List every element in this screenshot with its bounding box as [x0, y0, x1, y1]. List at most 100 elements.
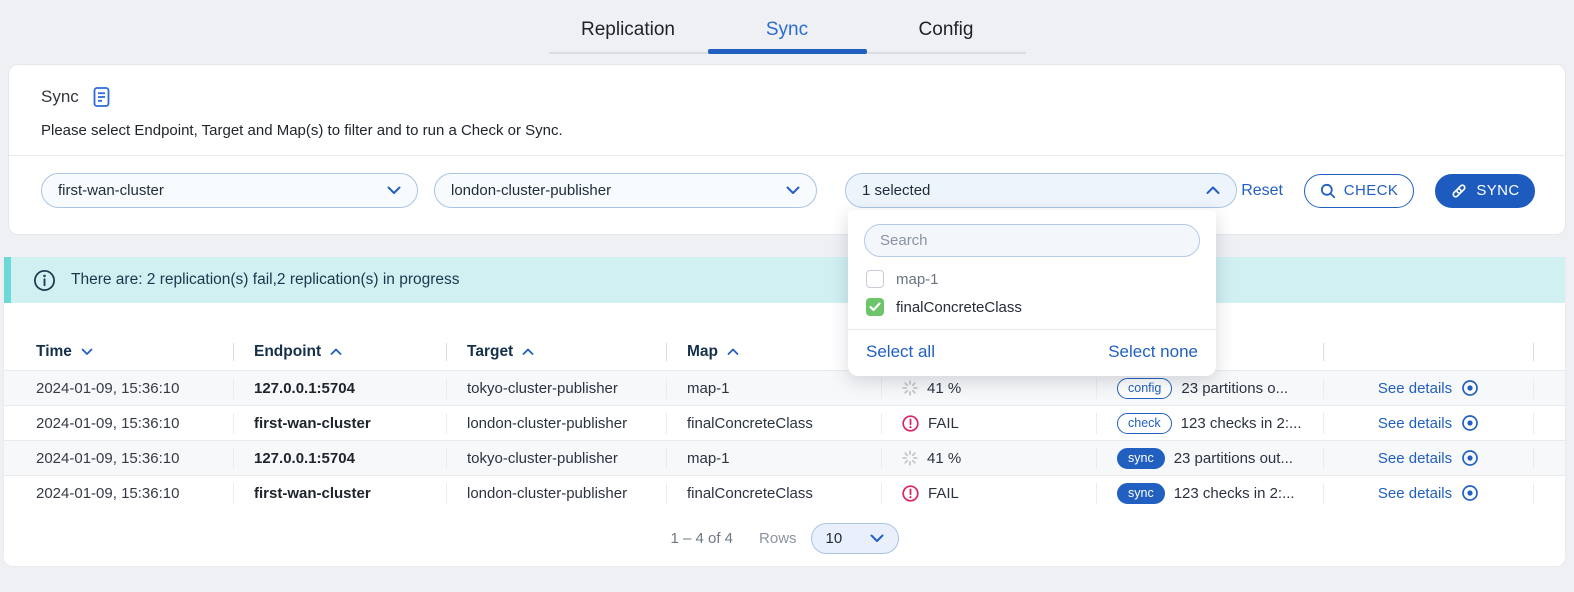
table-row: 2024-01-09, 15:36:10 first-wan-cluster l… [4, 475, 1565, 510]
cell-status: FAIL [881, 413, 1096, 434]
see-details-link[interactable]: See details [1323, 483, 1533, 504]
cell-endpoint: 127.0.0.1:5704 [233, 378, 446, 399]
cell-filler [1533, 483, 1565, 504]
sort-desc-icon [81, 348, 93, 356]
panel-title: Sync [41, 87, 79, 107]
map-option-label: map-1 [896, 271, 939, 288]
tab-config[interactable]: Config [867, 11, 1026, 54]
view-details-icon [1461, 414, 1479, 432]
maps-search-input[interactable] [864, 224, 1200, 257]
sync-button-label: SYNC [1476, 182, 1519, 199]
see-details-link[interactable]: See details [1323, 413, 1533, 434]
checkbox-checked[interactable] [866, 298, 884, 316]
fail-icon [902, 485, 919, 502]
top-tab-bar: Replication Sync Config [0, 0, 1574, 54]
sync-button[interactable]: SYNC [1435, 174, 1535, 208]
endpoint-select[interactable]: first-wan-cluster [41, 173, 418, 208]
table-body: 2024-01-09, 15:36:10 127.0.0.1:5704 toky… [4, 370, 1565, 510]
cell-filler [1533, 413, 1565, 434]
filter-controls-row: first-wan-cluster london-cluster-publish… [9, 155, 1565, 234]
target-select-value: london-cluster-publisher [451, 182, 611, 199]
link-icon [1450, 182, 1468, 200]
cell-target: london-cluster-publisher [446, 413, 666, 434]
target-select[interactable]: london-cluster-publisher [434, 173, 817, 208]
info-icon [33, 269, 56, 292]
table-row: 2024-01-09, 15:36:10 127.0.0.1:5704 toky… [4, 370, 1565, 405]
document-icon[interactable] [91, 86, 112, 108]
chevron-up-icon [1206, 186, 1220, 195]
cell-status: 41 % [881, 378, 1096, 399]
select-all-link[interactable]: Select all [866, 342, 935, 362]
filter-actions: Reset CHECK SYNC [1241, 174, 1535, 208]
info-banner: There are: 2 replication(s) fail,2 repli… [4, 257, 1565, 303]
maps-select-value: 1 selected [862, 182, 930, 199]
cell-status: FAIL [881, 483, 1096, 504]
check-button[interactable]: CHECK [1304, 174, 1414, 208]
map-option-finalconcreteclass[interactable]: finalConcreteClass [848, 293, 1216, 321]
tab-replication[interactable]: Replication [549, 11, 708, 54]
cell-map: map-1 [666, 448, 881, 469]
status-badge: config [1117, 378, 1172, 399]
table-row: 2024-01-09, 15:36:10 127.0.0.1:5704 toky… [4, 440, 1565, 475]
sort-asc-icon [522, 348, 534, 356]
fail-icon [902, 415, 919, 432]
cell-message: sync 123 checks in 2:... [1096, 483, 1323, 504]
tab-sync[interactable]: Sync [708, 11, 867, 54]
cell-message: sync 23 partitions out... [1096, 448, 1323, 469]
cell-target: tokyo-cluster-publisher [446, 378, 666, 399]
cell-map: finalConcreteClass [666, 413, 881, 434]
cell-time: 2024-01-09, 15:36:10 [4, 483, 233, 504]
column-header-details [1323, 343, 1533, 361]
banner-text: There are: 2 replication(s) fail,2 repli… [71, 271, 460, 289]
checkbox-unchecked[interactable] [866, 270, 884, 288]
column-header-endpoint[interactable]: Endpoint [233, 343, 446, 361]
maps-dropdown-footer: Select all Select none [848, 329, 1216, 376]
status-badge: sync [1117, 483, 1165, 504]
reset-button[interactable]: Reset [1241, 182, 1283, 200]
sync-results-panel: There are: 2 replication(s) fail,2 repli… [3, 257, 1566, 567]
maps-select[interactable]: 1 selected [845, 173, 1237, 208]
maps-select-wrap: 1 selected map-1 [845, 173, 1237, 208]
spinner-icon [902, 450, 918, 466]
cell-time: 2024-01-09, 15:36:10 [4, 378, 233, 399]
wan-sync-page: Replication Sync Config Sync Please sele… [0, 0, 1574, 592]
map-option-label: finalConcreteClass [896, 299, 1022, 316]
cell-map: finalConcreteClass [666, 483, 881, 504]
rows-per-page-label: Rows [759, 530, 797, 547]
search-icon [1320, 183, 1336, 199]
column-header-target[interactable]: Target [446, 343, 666, 361]
see-details-link[interactable]: See details [1323, 378, 1533, 399]
endpoint-select-value: first-wan-cluster [58, 182, 164, 199]
chevron-down-icon [786, 186, 800, 195]
panel-description: Please select Endpoint, Target and Map(s… [9, 108, 1565, 155]
column-header-time[interactable]: Time [4, 343, 233, 361]
cell-target: london-cluster-publisher [446, 483, 666, 504]
chevron-down-icon [870, 534, 884, 543]
select-none-link[interactable]: Select none [1108, 342, 1198, 362]
cell-filler [1533, 378, 1565, 399]
cell-time: 2024-01-09, 15:36:10 [4, 448, 233, 469]
cell-status: 41 % [881, 448, 1096, 469]
cell-time: 2024-01-09, 15:36:10 [4, 413, 233, 434]
table-header: Time Endpoint Target Map [4, 334, 1565, 370]
rows-per-page-value: 10 [826, 530, 843, 547]
status-badge: sync [1117, 448, 1165, 469]
maps-search [864, 224, 1200, 257]
maps-dropdown-panel: map-1 finalConcreteClass Select all Sele… [848, 210, 1216, 376]
cell-endpoint: first-wan-cluster [233, 483, 446, 504]
view-details-icon [1461, 449, 1479, 467]
chevron-down-icon [387, 186, 401, 195]
status-badge: check [1117, 413, 1172, 434]
cell-map: map-1 [666, 378, 881, 399]
check-button-label: CHECK [1344, 182, 1399, 199]
cell-endpoint: first-wan-cluster [233, 413, 446, 434]
rows-per-page-select[interactable]: 10 [811, 523, 899, 554]
cell-message: check 123 checks in 2:... [1096, 413, 1323, 434]
see-details-link[interactable]: See details [1323, 448, 1533, 469]
sort-asc-icon [330, 348, 342, 356]
cell-endpoint: 127.0.0.1:5704 [233, 448, 446, 469]
map-option-map-1[interactable]: map-1 [848, 265, 1216, 293]
spinner-icon [902, 380, 918, 396]
sync-filter-panel: Sync Please select Endpoint, Target and … [8, 64, 1566, 235]
column-header-filler [1533, 343, 1565, 361]
